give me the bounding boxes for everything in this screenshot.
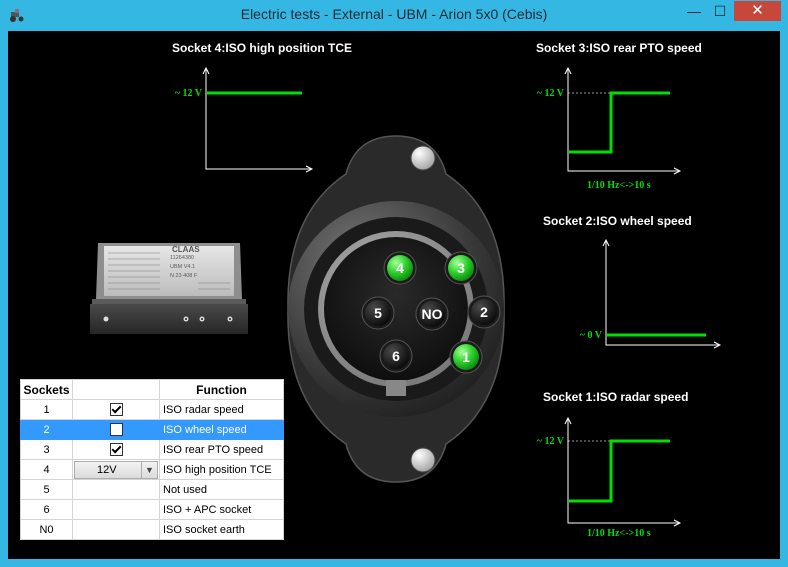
table-row[interactable]: 3 ISO rear PTO speed: [20, 439, 284, 460]
table-row[interactable]: 1 ISO radar speed: [20, 399, 284, 420]
header-sockets[interactable]: Sockets: [20, 379, 73, 400]
connector-pin-6[interactable]: 6: [379, 339, 413, 373]
socket2-level-label: ~ 0 V: [580, 330, 603, 341]
socket-number: N0: [20, 519, 73, 540]
socket-table: Sockets Function 1 ISO radar speed 2 ISO wh…: [20, 379, 284, 540]
enable-cell: [72, 439, 160, 460]
iso-connector: 4 3 5 NO 2 6 1: [287, 135, 505, 483]
connector-pin-2[interactable]: 2: [467, 295, 501, 329]
header-function[interactable]: Function: [159, 379, 284, 400]
pin-label: 5: [374, 305, 382, 321]
socket1-level-label: ~ 12 V: [537, 436, 565, 447]
pin-label: NO: [422, 306, 443, 322]
voltage-select-value: 12V: [97, 463, 117, 476]
enable-cell: [72, 499, 160, 520]
device-line-1: 11264380: [170, 255, 194, 261]
bottom-bolt: [410, 447, 436, 473]
pin-label: 1: [462, 349, 470, 365]
socket-number: 6: [20, 499, 73, 520]
connector-pin-3[interactable]: 3: [444, 251, 478, 285]
socket1-freq-label: 1/10 Hz<->10 s: [587, 528, 651, 539]
minimize-button[interactable]: —: [682, 1, 706, 21]
voltage-select[interactable]: 12V ▼: [74, 460, 158, 479]
enable-cell: [72, 399, 160, 420]
socket3-level-label: ~ 12 V: [537, 88, 565, 99]
device-brand-logo: CLAAS: [172, 245, 200, 254]
socket-function: Not used: [159, 479, 284, 500]
socket-function: ISO wheel speed: [159, 419, 284, 440]
ubm-device-image: 11264380 UBM V4.1 N 23 408 F CLAAS: [90, 243, 248, 334]
connector-pin-4[interactable]: 4: [383, 251, 417, 285]
socket2-axes: [602, 238, 722, 349]
title-bar[interactable]: Electric tests - External - UBM - Arion …: [0, 0, 788, 31]
table-row[interactable]: 6 ISO + APC socket: [20, 499, 284, 520]
table-row[interactable]: N0 ISO socket earth: [20, 519, 284, 540]
socket-number: 4: [20, 459, 73, 480]
pin-label: 2: [480, 304, 488, 320]
socket-1-checkbox[interactable]: [109, 403, 123, 416]
socket-number: 5: [20, 479, 73, 500]
maximize-button[interactable]: ☐: [708, 1, 732, 21]
window-title: Electric tests - External - UBM - Arion …: [240, 6, 548, 22]
socket-2-checkbox[interactable]: [109, 423, 123, 436]
socket4-level-label: ~ 12 V: [175, 88, 203, 99]
connector-pin-1[interactable]: 1: [449, 340, 483, 374]
pin-label: 6: [392, 348, 400, 364]
window: Electric tests - External - UBM - Arion …: [0, 0, 788, 567]
test-panel: Socket 4:ISO high position TCE Socket 3:…: [8, 31, 780, 559]
table-row[interactable]: 5 Not used: [20, 479, 284, 500]
socket-function: ISO socket earth: [159, 519, 284, 540]
close-button[interactable]: ✕: [734, 1, 781, 21]
socket-3-checkbox[interactable]: [109, 443, 123, 456]
socket-function: ISO radar speed: [159, 399, 284, 420]
pin-label: 4: [396, 260, 404, 276]
enable-cell: [72, 519, 160, 540]
socket-number: 3: [20, 439, 73, 460]
connector-pin-5[interactable]: 5: [361, 296, 395, 330]
enable-cell: 12V ▼: [72, 459, 160, 480]
header-check[interactable]: [72, 379, 160, 400]
socket-function: ISO high position TCE: [159, 459, 284, 480]
socket-number: 1: [20, 399, 73, 420]
socket3-axes: [564, 66, 682, 175]
chevron-down-icon[interactable]: ▼: [141, 461, 157, 478]
socket3-freq-label: 1/10 Hz<->10 s: [587, 180, 651, 191]
connector-pin-earth[interactable]: NO: [415, 297, 449, 331]
socket-number: 2: [20, 419, 73, 440]
socket-function: ISO rear PTO speed: [159, 439, 284, 460]
socket1-axes: [564, 416, 682, 527]
socket3-signal: [569, 91, 670, 154]
enable-cell: [72, 479, 160, 500]
socket1-signal: [569, 439, 670, 503]
pin-label: 3: [457, 260, 465, 276]
table-row[interactable]: 2 ISO wheel speed: [20, 419, 284, 440]
device-line-3: N 23 408 F: [170, 273, 198, 279]
device-line-2: UBM V4.1: [170, 264, 195, 270]
top-bolt: [410, 145, 436, 171]
enable-cell: [72, 419, 160, 440]
socket-function: ISO + APC socket: [159, 499, 284, 520]
table-row[interactable]: 4 12V ▼ ISO high position TCE: [20, 459, 284, 480]
